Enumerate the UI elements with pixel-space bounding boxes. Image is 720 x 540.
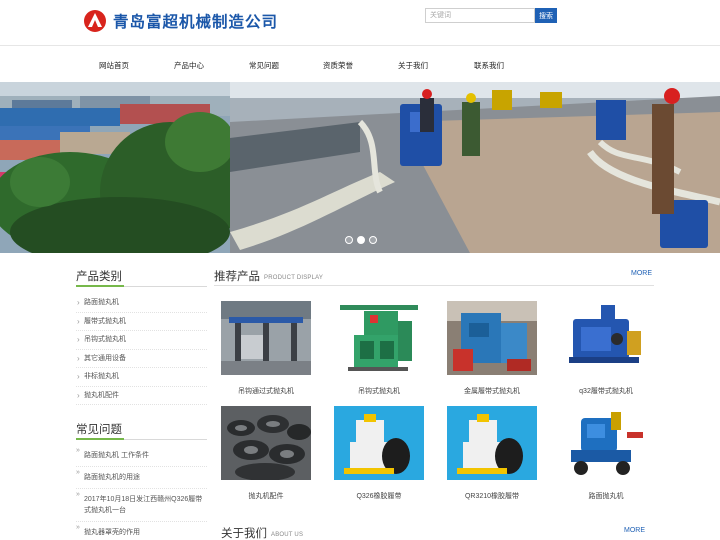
faq-item[interactable]: 路面抛丸机的用途 <box>76 467 207 489</box>
about-title: 关于我们 <box>221 526 267 540</box>
faq-divider <box>76 438 207 440</box>
logo-emblem-icon <box>84 10 106 32</box>
banner-image <box>0 82 720 253</box>
products-divider <box>214 285 654 286</box>
product-card[interactable]: 吊钩式抛丸机 <box>334 301 424 396</box>
category-list: 路面抛丸机 履带式抛丸机 吊钩式抛丸机 其它通用设备 非标抛丸机 抛丸机配件 <box>76 294 207 405</box>
product-image <box>334 301 424 375</box>
nav-contact[interactable]: 联系我们 <box>474 60 504 71</box>
product-name: 金属履带式抛丸机 <box>464 388 520 395</box>
slider-dot-1[interactable] <box>345 236 353 244</box>
slider-dots <box>345 236 377 244</box>
faq-item[interactable]: 2017年10月18日发江西赣州Q326履带式抛丸机一台 <box>76 489 207 522</box>
company-name: 青岛富超机械制造公司 <box>113 13 279 31</box>
company-logo[interactable]: 青岛富超机械制造公司 <box>84 9 278 33</box>
product-card[interactable]: QR3210橡胶履带 <box>447 406 537 501</box>
categories-title: 产品类别 <box>76 269 122 283</box>
faq-list: 路面抛丸机 工作条件 路面抛丸机的用途 2017年10月18日发江西赣州Q326… <box>76 445 207 540</box>
product-card[interactable]: 抛丸机配件 <box>221 406 311 501</box>
search-button[interactable]: 搜索 <box>535 8 557 23</box>
category-item[interactable]: 其它通用设备 <box>76 350 207 368</box>
product-image <box>447 301 537 375</box>
product-name: 路面抛丸机 <box>588 493 624 500</box>
hero-banner[interactable] <box>0 82 720 253</box>
slider-dot-3[interactable] <box>369 236 377 244</box>
category-item[interactable]: 吊钩式抛丸机 <box>76 331 207 350</box>
product-name: 吊钩通过式抛丸机 <box>238 388 294 395</box>
nav-home[interactable]: 网站首页 <box>99 60 129 71</box>
product-image <box>447 406 537 480</box>
slider-dot-2[interactable] <box>357 236 365 244</box>
nav-about[interactable]: 关于我们 <box>398 60 428 71</box>
product-card[interactable]: 吊钩通过式抛丸机 <box>221 301 311 396</box>
product-card[interactable]: 金属履带式抛丸机 <box>447 301 537 396</box>
product-image <box>221 406 311 480</box>
about-more-link[interactable]: MORE <box>624 527 645 534</box>
search-bar: 搜索 <box>425 8 557 23</box>
nav-products[interactable]: 产品中心 <box>174 60 204 71</box>
site-header: 青岛富超机械制造公司 搜索 <box>0 0 720 46</box>
product-image <box>334 406 424 480</box>
product-card[interactable]: Q326橡胶履带 <box>334 406 424 501</box>
product-name: Q326橡胶履带 <box>356 493 402 500</box>
products-subtitle: PRODUCT DISPLAY <box>264 275 324 281</box>
product-name: q32履带式抛丸机 <box>579 388 633 395</box>
product-card[interactable]: 路面抛丸机 <box>561 406 651 501</box>
faq-item[interactable]: 抛丸器罩壳的作用 <box>76 522 207 540</box>
product-image <box>221 301 311 375</box>
search-input[interactable] <box>425 8 535 23</box>
faq-title: 常见问题 <box>76 422 122 436</box>
product-name: QR3210橡胶履带 <box>464 493 520 500</box>
products-more-link[interactable]: MORE <box>631 270 652 277</box>
categories-divider <box>76 285 207 287</box>
product-name: 抛丸机配件 <box>248 493 284 500</box>
faq-item[interactable]: 路面抛丸机 工作条件 <box>76 445 207 467</box>
category-item[interactable]: 路面抛丸机 <box>76 294 207 313</box>
category-item[interactable]: 非标抛丸机 <box>76 368 207 387</box>
about-subtitle: ABOUT US <box>271 532 304 538</box>
main-nav: 网站首页 产品中心 常见问题 资质荣誉 关于我们 联系我们 <box>0 47 720 82</box>
product-card[interactable]: q32履带式抛丸机 <box>561 301 651 396</box>
nav-honors[interactable]: 资质荣誉 <box>323 60 353 71</box>
nav-faq[interactable]: 常见问题 <box>249 60 279 71</box>
category-item[interactable]: 抛丸机配件 <box>76 387 207 405</box>
product-image <box>561 406 651 480</box>
product-name: 吊钩式抛丸机 <box>358 388 400 395</box>
products-title: 推荐产品 <box>214 269 260 283</box>
product-image <box>561 301 651 375</box>
category-item[interactable]: 履带式抛丸机 <box>76 313 207 331</box>
